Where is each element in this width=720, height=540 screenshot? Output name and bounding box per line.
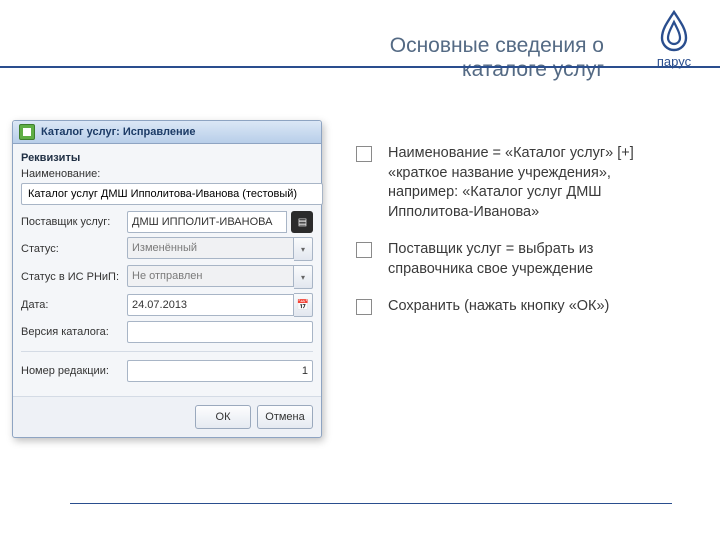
rnip-value: Не отправлен [127, 265, 294, 287]
cancel-button[interactable]: Отмена [257, 405, 313, 429]
calendar-button[interactable]: 📅 [294, 293, 313, 317]
label-rnip: Статус в ИС РНиП: [21, 271, 127, 283]
rnip-combo[interactable]: Не отправлен ▾ [127, 265, 313, 289]
provider-lookup-button[interactable]: ▤ [291, 211, 313, 233]
revision-input[interactable]: 1 [127, 360, 313, 382]
edit-dialog: Каталог услуг: Исправление Реквизиты Наи… [12, 120, 322, 438]
list-item: Наименование = «Каталог услуг» [+] «крат… [356, 144, 680, 222]
bullet-icon [356, 299, 372, 315]
page-title: Основные сведения о каталоге услуг [300, 34, 604, 82]
date-input[interactable]: 24.07.2013 [127, 294, 294, 316]
revision-value: 1 [302, 365, 308, 377]
date-value: 24.07.2013 [132, 299, 187, 311]
flame-icon [656, 10, 692, 52]
label-provider: Поставщик услуг: [21, 216, 127, 228]
name-input-field[interactable] [26, 187, 318, 201]
status-value: Изменённый [127, 237, 294, 259]
note-text: Сохранить (нажать кнопку «ОК») [388, 297, 680, 317]
provider-value: ДМШ ИППОЛИТ-ИВАНОВА [127, 211, 287, 233]
divider [21, 351, 313, 352]
label-status: Статус: [21, 243, 127, 255]
note-text: Поставщик услуг = выбрать из справочника… [388, 240, 680, 279]
note-text: Наименование = «Каталог услуг» [+] «крат… [388, 144, 680, 222]
name-input[interactable] [21, 183, 323, 205]
version-input-field[interactable] [132, 325, 308, 339]
ellipsis-icon: ▤ [298, 217, 306, 228]
title-divider [0, 66, 720, 68]
group-header: Реквизиты [21, 152, 313, 164]
footer-divider [70, 503, 672, 504]
instruction-list: Наименование = «Каталог услуг» [+] «крат… [356, 144, 680, 335]
dialog-title: Каталог услуг: Исправление [41, 126, 196, 138]
bullet-icon [356, 242, 372, 258]
label-date: Дата: [21, 299, 127, 311]
version-input[interactable] [127, 321, 313, 343]
brand-logo: парус [656, 10, 692, 69]
label-version: Версия каталога: [21, 326, 127, 338]
status-combo[interactable]: Изменённый ▾ [127, 237, 313, 261]
dialog-titlebar[interactable]: Каталог услуг: Исправление [13, 121, 321, 144]
ok-button[interactable]: ОК [195, 405, 251, 429]
chevron-down-icon[interactable]: ▾ [294, 265, 313, 289]
list-item: Поставщик услуг = выбрать из справочника… [356, 240, 680, 279]
app-icon [19, 124, 35, 140]
dialog-footer: ОК Отмена [13, 396, 321, 437]
label-name: Наименование: [21, 168, 313, 180]
chevron-down-icon[interactable]: ▾ [294, 237, 313, 261]
provider-combo[interactable]: ДМШ ИППОЛИТ-ИВАНОВА [127, 211, 287, 233]
list-item: Сохранить (нажать кнопку «ОК») [356, 297, 680, 317]
bullet-icon [356, 146, 372, 162]
calendar-icon: 📅 [297, 300, 309, 311]
label-revision: Номер редакции: [21, 365, 127, 377]
